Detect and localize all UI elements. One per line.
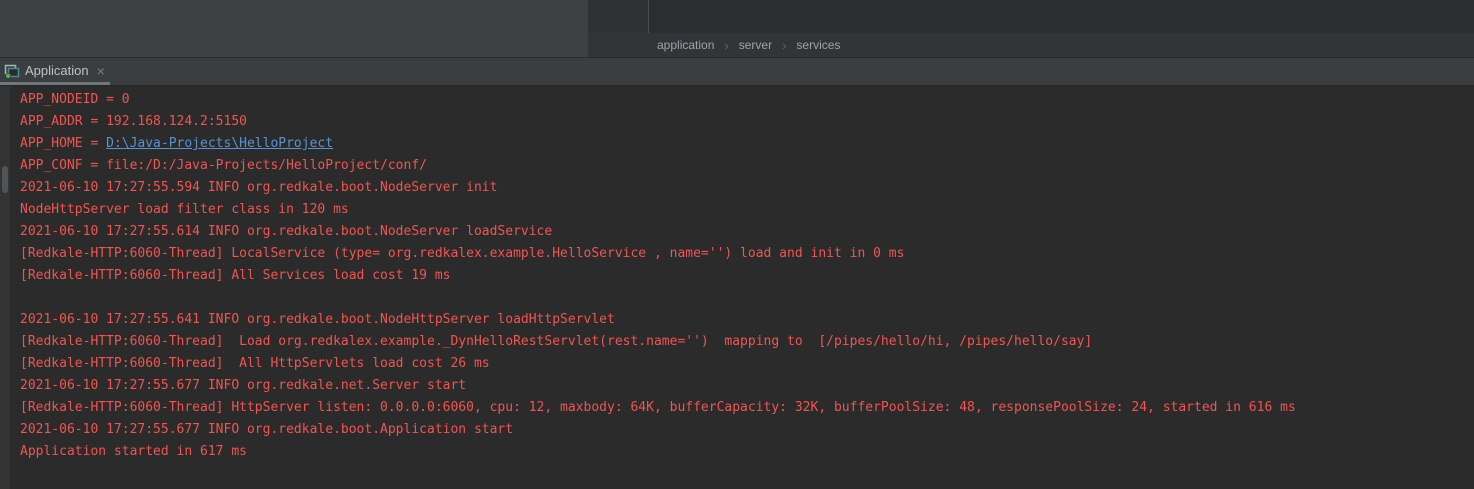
console-line: APP_ADDR = 192.168.124.2:5150 <box>20 111 1474 133</box>
console-text: [Redkale-HTTP:6060-Thread] HttpServer li… <box>20 400 1296 415</box>
run-toolwindow-tabbar: Application × <box>0 58 1474 85</box>
console-text: [Redkale-HTTP:6060-Thread] LocalService … <box>20 246 904 261</box>
console-line: Application started in 617 ms <box>20 441 1474 463</box>
console-text: NodeHttpServer load filter class in 120 … <box>20 202 349 217</box>
console-text: [Redkale-HTTP:6060-Thread] All HttpServl… <box>20 356 490 371</box>
console-line: [Redkale-HTTP:6060-Thread] HttpServer li… <box>20 397 1474 419</box>
console-line: 2021-06-10 17:27:55.677 INFO org.redkale… <box>20 419 1474 441</box>
console-line: 2021-06-10 17:27:55.614 INFO org.redkale… <box>20 221 1474 243</box>
console-text: APP_HOME = <box>20 136 106 151</box>
chevron-right-icon: › <box>724 39 728 52</box>
console-text: 2021-06-10 17:27:55.594 INFO org.redkale… <box>20 180 497 195</box>
editor-split-pane <box>588 0 648 33</box>
console-text: 2021-06-10 17:27:55.641 INFO org.redkale… <box>20 312 615 327</box>
console-text: 2021-06-10 17:27:55.677 INFO org.redkale… <box>20 422 513 437</box>
console-line: 2021-06-10 17:27:55.641 INFO org.redkale… <box>20 309 1474 331</box>
console-line: [Redkale-HTTP:6060-Thread] LocalService … <box>20 243 1474 265</box>
console-line: [Redkale-HTTP:6060-Thread] All HttpServl… <box>20 353 1474 375</box>
tab-application-label: Application <box>25 63 89 78</box>
tab-application[interactable]: Application × <box>0 59 105 82</box>
console-text: 2021-06-10 17:27:55.614 INFO org.redkale… <box>20 224 552 239</box>
close-icon[interactable]: × <box>97 63 105 79</box>
console-line: [Redkale-HTTP:6060-Thread] Load org.redk… <box>20 331 1474 353</box>
chevron-right-icon: › <box>782 39 786 52</box>
console-text: [Redkale-HTTP:6060-Thread] All Services … <box>20 268 450 283</box>
console-text: [Redkale-HTTP:6060-Thread] Load org.redk… <box>20 334 1092 349</box>
console-panel: APP_NODEID = 0 APP_ADDR = 192.168.124.2:5… <box>0 85 1474 489</box>
console-text: APP_NODEID = 0 <box>20 92 130 107</box>
breadcrumb: application › server › services <box>588 33 1474 57</box>
editor-left-pane <box>0 0 588 57</box>
console-output: APP_NODEID = 0 APP_ADDR = 192.168.124.2:5… <box>20 89 1474 489</box>
console-line: APP_HOME = D:\Java-Projects\HelloProject <box>20 133 1474 155</box>
breadcrumb-item-services[interactable]: services <box>796 38 840 52</box>
console-gutter <box>0 86 10 489</box>
console-file-link[interactable]: D:\Java-Projects\HelloProject <box>106 136 333 151</box>
console-line: APP_CONF = file:/D:/Java-Projects/HelloP… <box>20 155 1474 177</box>
breadcrumb-item-application[interactable]: application <box>657 38 714 52</box>
console-text: APP_ADDR = 192.168.124.2:5150 <box>20 114 247 129</box>
console-line <box>20 287 1474 309</box>
console-line: APP_NODEID = 0 <box>20 89 1474 111</box>
editor-right-pane <box>649 0 1474 33</box>
console-text: Application started in 617 ms <box>20 444 247 459</box>
console-text: APP_CONF = file:/D:/Java-Projects/HelloP… <box>20 158 427 173</box>
console-text: 2021-06-10 17:27:55.677 INFO org.redkale… <box>20 378 466 393</box>
console-line: NodeHttpServer load filter class in 120 … <box>20 199 1474 221</box>
console-line: 2021-06-10 17:27:55.594 INFO org.redkale… <box>20 177 1474 199</box>
console-line: [Redkale-HTTP:6060-Thread] All Services … <box>20 265 1474 287</box>
console-line: 2021-06-10 17:27:55.677 INFO org.redkale… <box>20 375 1474 397</box>
console-scrollbar-thumb[interactable] <box>2 166 8 193</box>
breadcrumb-item-server[interactable]: server <box>739 38 772 52</box>
run-console-icon <box>4 63 20 79</box>
